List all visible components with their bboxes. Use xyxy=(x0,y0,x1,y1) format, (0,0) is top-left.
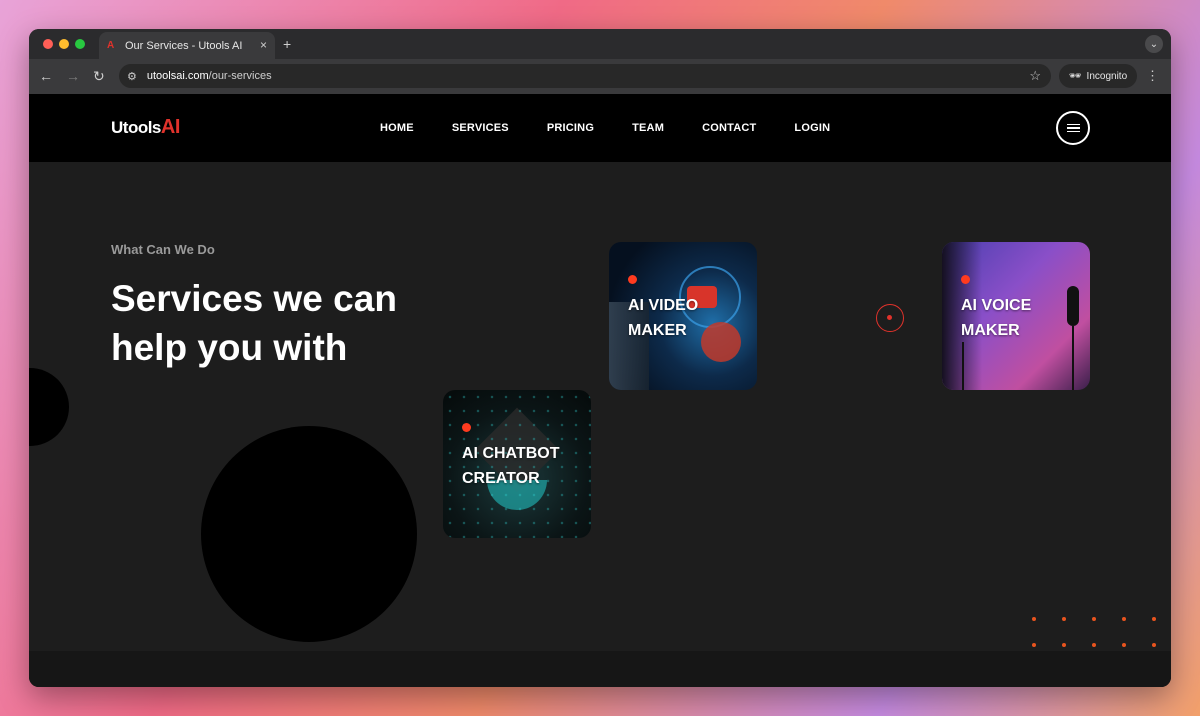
card-accent-dot xyxy=(628,275,637,284)
tab-title: Our Services - Utools AI xyxy=(125,39,243,52)
hamburger-menu-button[interactable] xyxy=(1056,111,1090,145)
forward-arrow-icon[interactable]: → xyxy=(66,68,80,84)
card-title: AI VIDEO MAKER xyxy=(628,297,699,339)
tab-close-icon[interactable]: × xyxy=(260,38,267,52)
section-kicker: What Can We Do xyxy=(111,242,215,257)
tab-search-chevron-icon[interactable]: ⌄ xyxy=(1145,35,1163,53)
next-section-strip xyxy=(29,651,1171,687)
new-tab-button[interactable]: + xyxy=(283,36,291,52)
minimize-window-button[interactable] xyxy=(59,39,69,49)
hamburger-icon xyxy=(1066,123,1080,133)
decor-circle-large xyxy=(201,426,417,642)
maximize-window-button[interactable] xyxy=(75,39,85,49)
decor-circle-left xyxy=(29,368,69,446)
card-title: AI CHATBOT CREATOR xyxy=(462,445,560,487)
site-favicon-icon: A xyxy=(107,39,115,51)
nav-login[interactable]: LOGIN xyxy=(794,122,830,134)
nav-contact[interactable]: CONTACT xyxy=(702,122,756,134)
nav-home[interactable]: HOME xyxy=(380,122,414,134)
reload-icon[interactable]: ↻ xyxy=(93,68,105,85)
incognito-icon: 🕶 xyxy=(1068,70,1082,82)
decor-ring-target xyxy=(876,304,904,332)
browser-menu-icon[interactable]: ⋮ xyxy=(1146,68,1159,84)
browser-window: A Our Services - Utools AI × + ⌄ ← → ↻ ⚙… xyxy=(29,29,1171,687)
service-card-ai-video-maker[interactable]: AI VIDEO MAKER xyxy=(609,242,757,390)
nav-team[interactable]: TEAM xyxy=(632,122,664,134)
bookmark-star-icon[interactable]: ☆ xyxy=(1029,68,1041,84)
card-title: AI VOICE MAKER xyxy=(961,297,1032,339)
back-arrow-icon[interactable]: ← xyxy=(39,68,53,84)
site-header: UtoolsAI HOME SERVICES PRICING TEAM CONT… xyxy=(29,94,1171,162)
nav-pricing[interactable]: PRICING xyxy=(547,122,594,134)
incognito-indicator[interactable]: 🕶 Incognito xyxy=(1059,64,1137,88)
close-window-button[interactable] xyxy=(43,39,53,49)
address-bar[interactable]: ⚙ utoolsai.com/our-services ☆ xyxy=(119,64,1051,88)
page-content: UtoolsAI HOME SERVICES PRICING TEAM CONT… xyxy=(29,94,1171,687)
active-tab[interactable]: A Our Services - Utools AI × xyxy=(99,32,275,59)
url-text[interactable]: utoolsai.com/our-services xyxy=(147,70,272,82)
section-headline: Services we can help you with xyxy=(111,278,397,368)
nav-services[interactable]: SERVICES xyxy=(452,122,509,134)
main-nav: HOME SERVICES PRICING TEAM CONTACT LOGIN xyxy=(380,122,868,134)
site-settings-icon[interactable]: ⚙ xyxy=(127,70,137,83)
site-logo[interactable]: UtoolsAI xyxy=(111,116,180,139)
card-accent-dot xyxy=(961,275,970,284)
service-card-ai-voice-maker[interactable]: AI VOICE MAKER xyxy=(942,242,1090,390)
card-accent-dot xyxy=(462,423,471,432)
browser-toolbar: ← → ↻ ⚙ utoolsai.com/our-services ☆ 🕶 In… xyxy=(29,59,1171,94)
tab-bar: A Our Services - Utools AI × + ⌄ xyxy=(29,29,1171,59)
service-card-ai-chatbot-creator[interactable]: AI CHATBOT CREATOR xyxy=(443,390,591,538)
